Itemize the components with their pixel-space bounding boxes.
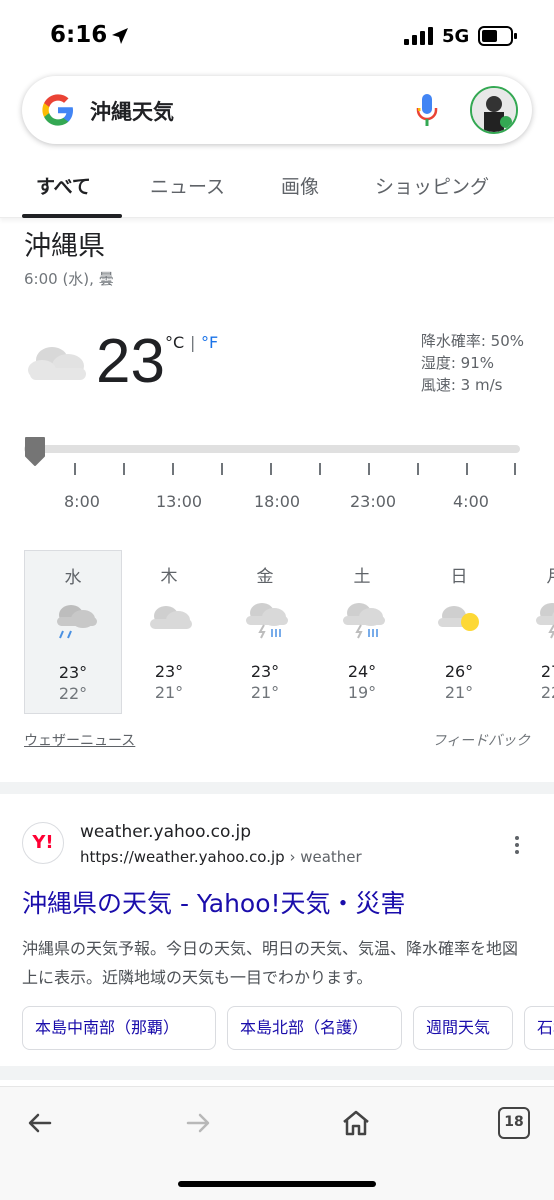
yahoo-logo-icon: Y! bbox=[32, 832, 54, 853]
day-name: 金 bbox=[256, 567, 274, 587]
section-divider bbox=[0, 1066, 554, 1080]
site-favicon: Y! bbox=[22, 822, 64, 864]
sitelink-weekly[interactable]: 週間天気 bbox=[413, 1006, 513, 1050]
hour-label: 23:00 bbox=[350, 492, 397, 511]
wind-speed: 風速: 3 m/s bbox=[420, 376, 503, 394]
hour-label: 8:00 bbox=[64, 492, 100, 511]
hour-tick bbox=[319, 463, 321, 475]
section-divider bbox=[0, 782, 554, 794]
account-avatar[interactable] bbox=[470, 86, 518, 134]
search-tabs: すべて ニュース 画像 ショッピング bbox=[0, 160, 554, 218]
avatar-image-icon bbox=[472, 88, 516, 132]
cloudy-icon bbox=[28, 347, 86, 380]
cloudy-icon bbox=[150, 606, 192, 629]
day-name: 日 bbox=[450, 567, 468, 587]
humidity: 湿度: 91% bbox=[420, 354, 494, 372]
day-name: 木 bbox=[160, 567, 178, 587]
day-low: 21° bbox=[444, 683, 474, 702]
back-arrow-icon[interactable] bbox=[24, 1107, 56, 1139]
forecast-day-sat[interactable]: 土 24° 19° bbox=[313, 550, 411, 714]
feedback-link[interactable]: フィードバック bbox=[432, 730, 530, 750]
day-high: 26° bbox=[444, 662, 474, 681]
tab-all[interactable]: すべて bbox=[36, 172, 91, 199]
day-high: 24° bbox=[347, 662, 377, 681]
thunderstorm-icon bbox=[536, 603, 554, 639]
day-low: 22° bbox=[58, 684, 88, 703]
hour-tick bbox=[270, 463, 272, 475]
network-type: 5G bbox=[442, 26, 470, 47]
sitelink-nago[interactable]: 本島北部（名護） bbox=[227, 1006, 402, 1050]
result-site-name[interactable]: weather.yahoo.co.jp bbox=[80, 822, 251, 842]
forecast-day-mon[interactable]: 月 27° 22° bbox=[506, 550, 554, 714]
weather-subtitle: 6:00 (水), 曇 bbox=[24, 270, 114, 288]
more-options-icon[interactable] bbox=[514, 834, 520, 856]
search-bar[interactable]: 沖縄天気 bbox=[22, 76, 532, 144]
forward-arrow-icon[interactable] bbox=[182, 1107, 214, 1139]
thunderstorm-icon bbox=[343, 603, 385, 639]
hour-tick bbox=[417, 463, 419, 475]
day-low: 22° bbox=[540, 683, 554, 702]
location-arrow-icon bbox=[112, 28, 128, 44]
day-low: 21° bbox=[250, 683, 280, 702]
forecast-day-wed[interactable]: 水 23° 22° bbox=[24, 550, 122, 714]
sitelink-naha[interactable]: 本島中南部（那覇） bbox=[22, 1006, 216, 1050]
hour-label: 18:00 bbox=[254, 492, 301, 511]
hour-tick bbox=[74, 463, 76, 475]
hour-tick bbox=[514, 463, 516, 475]
unit-celsius[interactable]: °C bbox=[165, 333, 184, 352]
tab-news[interactable]: ニュース bbox=[150, 172, 225, 199]
hour-tick bbox=[466, 463, 468, 475]
day-high: 23° bbox=[250, 662, 280, 681]
result-url[interactable]: https://weather.yahoo.co.jp › weather bbox=[80, 848, 362, 866]
status-bar: 6:16 5G bbox=[0, 0, 554, 70]
hour-ticks bbox=[24, 463, 524, 475]
sitelink-ishigaki[interactable]: 石垣島 bbox=[524, 1006, 554, 1050]
home-indicator bbox=[178, 1181, 376, 1187]
active-tab-indicator bbox=[22, 214, 122, 218]
weather-news-link[interactable]: ウェザーニュース bbox=[24, 730, 135, 750]
day-high: 23° bbox=[154, 662, 184, 681]
day-low: 19° bbox=[347, 683, 377, 702]
status-time: 6:16 bbox=[50, 22, 108, 48]
day-low: 21° bbox=[154, 683, 184, 702]
day-name: 月 bbox=[506, 562, 554, 587]
battery-icon bbox=[478, 26, 517, 46]
hour-tick bbox=[172, 463, 174, 475]
weather-stats: 降水確率: 50% 湿度: 91% 風速: 3 m/s bbox=[421, 330, 524, 396]
day-high: 27° bbox=[540, 662, 554, 681]
hour-slider-handle[interactable] bbox=[24, 436, 46, 466]
result-snippet: 沖縄県の天気予報。今日の天気、明日の天気、気温、降水確率を地図上に表示。近隣地域… bbox=[22, 939, 519, 987]
tab-count-button[interactable]: 18 bbox=[498, 1107, 530, 1139]
microphone-icon[interactable] bbox=[414, 92, 440, 128]
tab-shopping[interactable]: ショッピング bbox=[375, 172, 489, 199]
precipitation-chance: 降水確率: 50% bbox=[420, 332, 524, 350]
hour-label: 13:00 bbox=[156, 492, 203, 511]
hour-tick bbox=[123, 463, 125, 475]
forecast-day-sun[interactable]: 日 26° 21° bbox=[410, 550, 508, 714]
partly-cloudy-icon bbox=[438, 606, 479, 631]
forecast-day-fri[interactable]: 金 23° 21° bbox=[216, 550, 314, 714]
hour-tick bbox=[368, 463, 370, 475]
day-name: 水 bbox=[64, 568, 82, 588]
google-logo-icon[interactable] bbox=[40, 92, 76, 128]
weather-location: 沖縄県 bbox=[24, 231, 105, 262]
unit-separator: | bbox=[190, 333, 196, 352]
search-query[interactable]: 沖縄天気 bbox=[90, 96, 174, 126]
cellular-signal-icon bbox=[404, 27, 433, 45]
home-icon[interactable] bbox=[340, 1107, 372, 1139]
hour-label: 4:00 bbox=[453, 492, 489, 511]
day-high: 23° bbox=[58, 663, 88, 682]
result-url-base: https://weather.yahoo.co.jp bbox=[80, 848, 285, 866]
hour-tick bbox=[221, 463, 223, 475]
result-title-link[interactable]: 沖縄県の天気 - Yahoo!天気・災害 bbox=[22, 884, 406, 920]
day-name: 土 bbox=[353, 567, 371, 587]
unit-fahrenheit[interactable]: °F bbox=[201, 333, 218, 352]
cloud-rain-icon bbox=[57, 605, 97, 639]
result-url-path: › weather bbox=[284, 848, 362, 866]
forecast-day-thu[interactable]: 木 23° 21° bbox=[120, 550, 218, 714]
tab-images[interactable]: 画像 bbox=[281, 172, 319, 199]
thunderstorm-icon bbox=[246, 603, 288, 639]
hour-slider-track[interactable] bbox=[24, 445, 520, 453]
current-temperature: 23 bbox=[96, 327, 165, 396]
